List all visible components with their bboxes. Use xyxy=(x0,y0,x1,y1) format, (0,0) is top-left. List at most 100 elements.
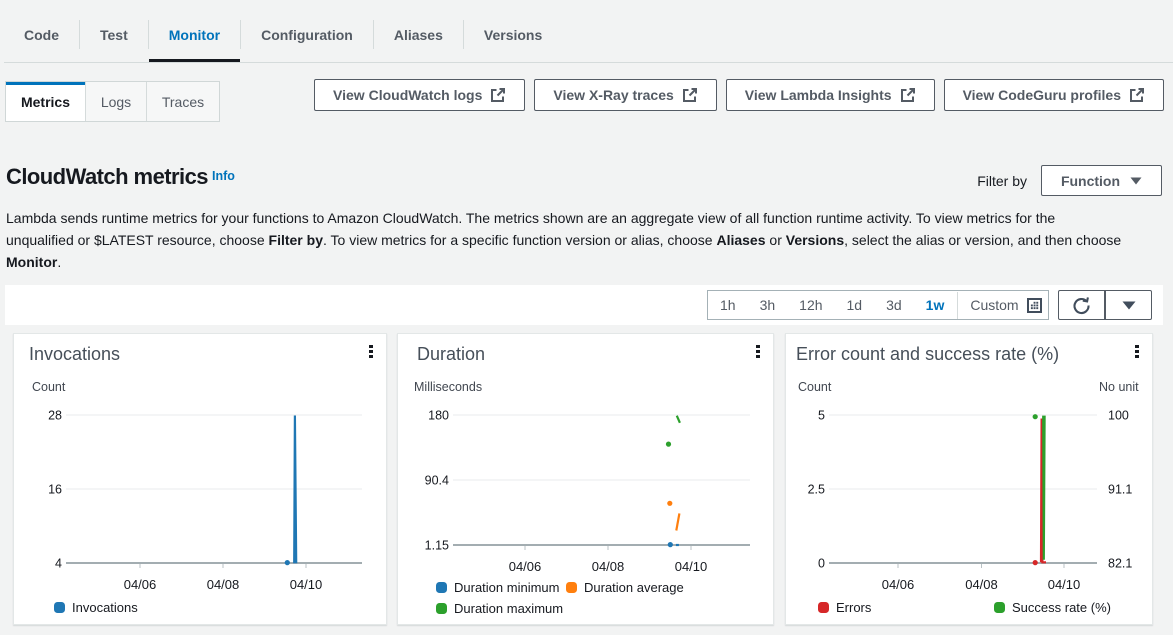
subtab-traces[interactable]: Traces xyxy=(146,82,219,121)
legend-label: Errors xyxy=(836,600,871,615)
chart-plot: 2816404/0604/0804/10 xyxy=(14,334,388,596)
y-tick-label: 5 xyxy=(818,409,825,423)
filter-by-select[interactable]: Function xyxy=(1041,165,1162,196)
refresh-group xyxy=(1058,290,1152,320)
monitor-subtabs: MetricsLogs Traces xyxy=(5,81,220,122)
view-view-lambda-insights-button[interactable]: View Lambda Insights xyxy=(726,79,935,111)
legend-label: Duration minimum xyxy=(454,580,559,595)
y-tick-label: 180 xyxy=(428,409,449,423)
subtab-label: Traces xyxy=(162,94,204,110)
y-tick-label: 4 xyxy=(55,557,62,571)
legend-item[interactable]: Errors xyxy=(818,600,871,615)
legend-item[interactable]: Success rate (%) xyxy=(994,600,1111,615)
view-view-cloudwatch-logs-button[interactable]: View CloudWatch logs xyxy=(314,79,525,111)
description-line: unqualified or $LATEST resource, choose … xyxy=(6,229,1121,251)
button-label: View CloudWatch logs xyxy=(333,87,482,103)
range-1h[interactable]: 1h xyxy=(708,297,748,313)
tab-label: Aliases xyxy=(394,27,443,43)
description-run: . xyxy=(57,254,61,270)
tab-code[interactable]: Code xyxy=(4,0,79,62)
x-tick-label: 04/10 xyxy=(1048,577,1081,592)
tab-monitor[interactable]: Monitor xyxy=(149,0,240,62)
y-tick-label: 16 xyxy=(48,483,62,497)
y-tick-label: 90.4 xyxy=(425,474,449,488)
data-line-green xyxy=(677,416,680,423)
legend-item[interactable]: Invocations xyxy=(54,600,138,615)
right-y-tick-label: 91.1 xyxy=(1108,483,1132,497)
tab-label: Code xyxy=(24,27,59,43)
chart-plot: 52.5010091.182.104/0604/0804/10 xyxy=(786,334,1154,596)
refresh-options-button[interactable] xyxy=(1105,290,1152,320)
description-run: unqualified or $LATEST resource, choose xyxy=(6,232,269,248)
data-point-orange xyxy=(667,501,672,506)
data-point-blue xyxy=(285,560,290,565)
filter-by-label: Filter by xyxy=(977,173,1027,189)
external-link-icon xyxy=(682,87,698,103)
x-tick-label: 04/08 xyxy=(207,577,240,592)
legend-swatch xyxy=(436,582,447,593)
external-link-icon xyxy=(490,87,506,103)
metric-card-2: Error count and success rate (%)CountNo … xyxy=(785,333,1153,625)
description-run: . To view metrics for a specific functio… xyxy=(323,232,716,248)
right-y-tick-label: 82.1 xyxy=(1108,557,1132,571)
tab-label: Monitor xyxy=(169,27,220,43)
range-1d[interactable]: 1d xyxy=(835,297,875,313)
range-custom[interactable]: Custom xyxy=(959,297,1047,313)
data-point-green xyxy=(1033,414,1038,419)
tab-label: Test xyxy=(100,27,128,43)
external-link-icon xyxy=(900,87,916,103)
range-3h[interactable]: 3h xyxy=(748,297,788,313)
custom-label: Custom xyxy=(970,297,1018,313)
legend-label: Duration average xyxy=(584,580,684,595)
x-tick-label: 04/06 xyxy=(882,577,915,592)
tab-configuration[interactable]: Configuration xyxy=(241,0,373,62)
function-tabs-list: Code Test Monitor Configuration Aliases Versi… xyxy=(4,0,562,62)
description-text: Lambda sends runtime metrics for your fu… xyxy=(6,207,1121,273)
range-3d[interactable]: 3d xyxy=(874,297,914,313)
range-12h[interactable]: 12h xyxy=(787,297,834,313)
legend-item[interactable]: Duration minimum xyxy=(436,580,559,595)
view-view-codeguru-profiles-button[interactable]: View CodeGuru profiles xyxy=(944,79,1164,111)
caret-down-icon xyxy=(1122,301,1136,310)
filter-by-group: Filter by Function xyxy=(977,165,1162,196)
legend-item[interactable]: Duration average xyxy=(566,580,684,595)
x-tick-label: 04/08 xyxy=(592,559,625,574)
metric-card-0: InvocationsCount2816404/0604/0804/10Invo… xyxy=(13,333,387,625)
data-point-red xyxy=(1033,560,1038,565)
tab-test[interactable]: Test xyxy=(80,0,148,62)
description-line: Lambda sends runtime metrics for your fu… xyxy=(6,207,1121,229)
view-view-x-ray-traces-button[interactable]: View X-Ray traces xyxy=(534,79,716,111)
filter-by-value: Function xyxy=(1061,173,1120,189)
time-controls-strip: 1h3h12h1d3d1w Custom xyxy=(5,285,1163,325)
action-buttons: View CloudWatch logs View X-Ray traces Vie… xyxy=(314,79,1164,111)
chart-plot: 18090.41.1504/0604/0804/10 xyxy=(398,334,775,596)
refresh-button[interactable] xyxy=(1058,290,1105,320)
legend-label: Duration maximum xyxy=(454,601,563,616)
data-line-green xyxy=(1043,416,1044,560)
lambda-monitor-page: Code Test Monitor Configuration Aliases Versi… xyxy=(0,0,1173,635)
legend-item[interactable]: Duration maximum xyxy=(436,601,563,616)
page-title: CloudWatch metrics xyxy=(6,164,208,190)
y-tick-label: 0 xyxy=(818,557,825,571)
description-run: or xyxy=(766,232,786,248)
y-tick-label: 1.15 xyxy=(425,539,449,553)
refresh-icon xyxy=(1072,296,1091,315)
description-run: Filter by xyxy=(269,232,323,248)
subtab-logs[interactable]: Logs xyxy=(85,82,146,121)
data-line-orange xyxy=(676,513,679,530)
range-1w[interactable]: 1w xyxy=(914,297,957,313)
legend-swatch xyxy=(54,602,65,613)
tab-versions[interactable]: Versions xyxy=(464,0,562,62)
subtab-metrics[interactable]: Metrics xyxy=(6,82,85,121)
description-run: Lambda sends runtime metrics for your fu… xyxy=(6,210,1055,226)
chevron-down-icon xyxy=(1130,177,1142,185)
legend-swatch xyxy=(566,582,577,593)
time-range-group: 1h3h12h1d3d1w Custom xyxy=(707,290,1049,320)
description-run: Monitor xyxy=(6,254,57,270)
info-link[interactable]: Info xyxy=(212,169,235,183)
legend-swatch xyxy=(994,602,1005,613)
data-line-blue xyxy=(294,416,296,564)
tab-aliases[interactable]: Aliases xyxy=(374,0,463,62)
tab-label: Versions xyxy=(484,27,542,43)
description-run: Aliases xyxy=(716,232,765,248)
